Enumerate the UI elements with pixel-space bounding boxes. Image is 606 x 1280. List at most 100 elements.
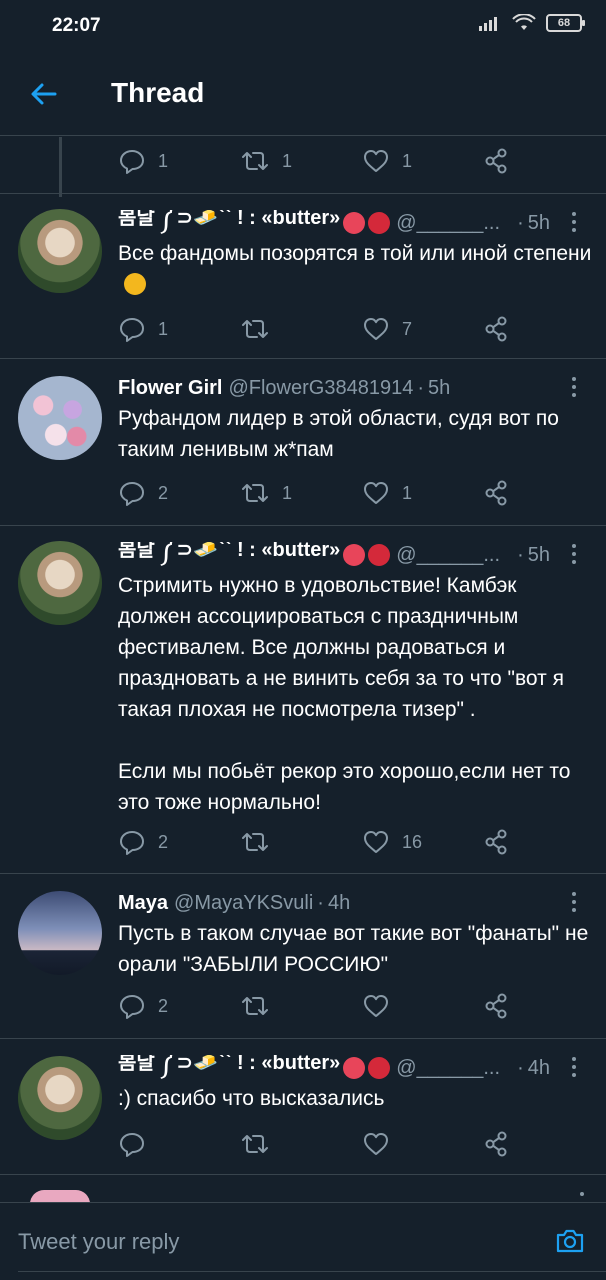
retweet-button[interactable] — [240, 991, 270, 1021]
user-handle[interactable]: @MayaYKSvuli — [174, 892, 313, 915]
back-button[interactable] — [26, 76, 62, 112]
timestamp: · 4h — [517, 1056, 550, 1079]
more-icon[interactable] — [580, 1192, 584, 1196]
tweet[interactable]: 봄날 ༼⊃🧈`` ! : «butter» @______... · 5h Все… — [0, 194, 606, 359]
input-underline — [18, 1271, 606, 1272]
retweet-button[interactable] — [240, 827, 282, 857]
share-icon — [485, 829, 507, 855]
retweet-button[interactable] — [240, 314, 282, 344]
more-icon[interactable] — [564, 540, 584, 568]
thread-connector-line — [59, 137, 62, 197]
avatar[interactable] — [18, 891, 102, 975]
timestamp: 5h — [428, 376, 451, 399]
retweet-icon — [242, 833, 268, 851]
reply-input[interactable] — [18, 1225, 518, 1259]
share-button[interactable] — [482, 991, 510, 1021]
share-button[interactable] — [482, 478, 510, 508]
action-bar — [118, 1129, 518, 1159]
reply-count: 1 — [158, 150, 169, 171]
share-icon — [485, 316, 507, 342]
display-name[interactable]: Flower Girl — [118, 377, 222, 400]
action-bar: 2 1 1 — [118, 478, 518, 508]
display-name[interactable]: 봄날 ༼⊃🧈`` ! : «butter» — [118, 1055, 340, 1081]
user-handle[interactable]: @______... — [396, 1057, 500, 1080]
tweet[interactable]: 봄날 ༼⊃🧈`` ! : «butter» @______... · 5h Стр… — [0, 526, 606, 874]
tweet-header: Flower Girl @FlowerG38481914 · 5h — [118, 376, 451, 400]
more-icon[interactable] — [564, 888, 584, 916]
timestamp: · 5h — [517, 211, 550, 234]
more-icon[interactable] — [564, 208, 584, 236]
like-button[interactable]: 1 — [362, 146, 412, 176]
reply-icon — [120, 482, 144, 506]
like-button[interactable]: 1 — [362, 478, 412, 508]
share-button[interactable] — [482, 1129, 510, 1159]
avatar[interactable] — [18, 541, 102, 625]
retweet-icon — [242, 484, 268, 502]
tweet[interactable]: Flower Girl @FlowerG38481914 · 5h Руфанд… — [0, 359, 606, 526]
display-name[interactable]: 봄날 ༼⊃🧈`` ! : «butter» — [118, 210, 340, 236]
like-button[interactable] — [362, 991, 390, 1021]
emoji-icon — [343, 212, 366, 234]
tweet-text: Пусть в таком случае вот такие вот "фана… — [118, 922, 595, 976]
tweet[interactable]: Maya @MayaYKSvuli · 4h Пусть в таком слу… — [0, 874, 606, 1039]
action-bar: 2 16 — [118, 827, 518, 857]
like-icon — [364, 995, 388, 1017]
avatar[interactable] — [18, 1056, 102, 1140]
camera-icon — [556, 1229, 584, 1253]
retweet-button[interactable]: 1 — [240, 146, 292, 176]
like-icon — [364, 482, 388, 504]
like-icon — [364, 831, 388, 853]
share-button[interactable] — [482, 146, 510, 176]
emoji-icon — [343, 544, 366, 566]
tweet-text: Все фандомы позорятся в той или иной сте… — [118, 238, 592, 300]
action-bar: 1 7 — [118, 314, 518, 344]
tweet-header: Maya @MayaYKSvuli · 4h — [118, 891, 351, 915]
reply-button[interactable]: 2 — [118, 827, 168, 857]
action-bar: 1 1 1 — [118, 146, 518, 176]
tweet-text: :) спасибо что высказались — [118, 1087, 385, 1110]
user-handle[interactable]: @______... — [396, 544, 500, 567]
more-icon[interactable] — [564, 1053, 584, 1081]
reply-button[interactable]: 1 — [118, 314, 168, 344]
user-handle[interactable]: @FlowerG38481914 — [228, 377, 413, 400]
share-icon — [485, 148, 507, 174]
like-count: 1 — [402, 150, 413, 171]
retweet-icon — [242, 152, 268, 170]
reply-icon — [120, 831, 144, 855]
tweet-text: Руфандом лидер в этой области, судя вот … — [118, 407, 565, 461]
like-button[interactable] — [362, 1129, 390, 1159]
back-arrow-icon — [31, 83, 57, 105]
share-icon — [485, 1131, 507, 1157]
retweet-button[interactable]: 1 — [240, 478, 292, 508]
reply-count: 2 — [158, 995, 169, 1016]
retweet-button[interactable] — [240, 1129, 270, 1159]
share-button[interactable] — [482, 314, 510, 344]
tweet[interactable]: 봄날 ༼⊃🧈`` ! : «butter» @______... · 4h :) … — [0, 1039, 606, 1175]
display-name[interactable]: 봄날 ༼⊃🧈`` ! : «butter» — [118, 542, 340, 568]
reply-button[interactable] — [118, 1129, 146, 1159]
timestamp: 4h — [327, 891, 351, 914]
timestamp: · 5h — [517, 543, 550, 566]
tweet-header: 봄날 ༼⊃🧈`` ! : «butter» @______... — [118, 542, 546, 568]
display-name[interactable]: Maya — [118, 892, 168, 915]
thread[interactable]: 1 1 1 봄날 ༼⊃🧈`` ! : «butter» @______... ·… — [0, 137, 606, 1177]
like-button[interactable]: 16 — [362, 827, 422, 857]
battery-level: 68 — [557, 17, 571, 29]
like-button[interactable]: 7 — [362, 314, 412, 344]
upside-down-face-icon — [124, 273, 146, 295]
emoji-icon — [368, 212, 391, 234]
avatar[interactable] — [18, 209, 102, 293]
more-icon[interactable] — [564, 373, 584, 401]
reply-button[interactable]: 2 — [118, 991, 168, 1021]
reply-button[interactable]: 2 — [118, 478, 168, 508]
status-bar: 22:07 68 — [0, 0, 606, 52]
reply-button[interactable]: 1 — [118, 146, 168, 176]
camera-button[interactable] — [554, 1225, 586, 1257]
share-button[interactable] — [482, 827, 510, 857]
action-bar: 2 — [118, 991, 518, 1021]
avatar[interactable] — [18, 376, 102, 460]
like-count: 16 — [402, 831, 423, 852]
emoji-icon — [368, 544, 391, 566]
status-time: 22:07 — [52, 15, 101, 36]
user-handle[interactable]: @______... — [396, 212, 500, 235]
